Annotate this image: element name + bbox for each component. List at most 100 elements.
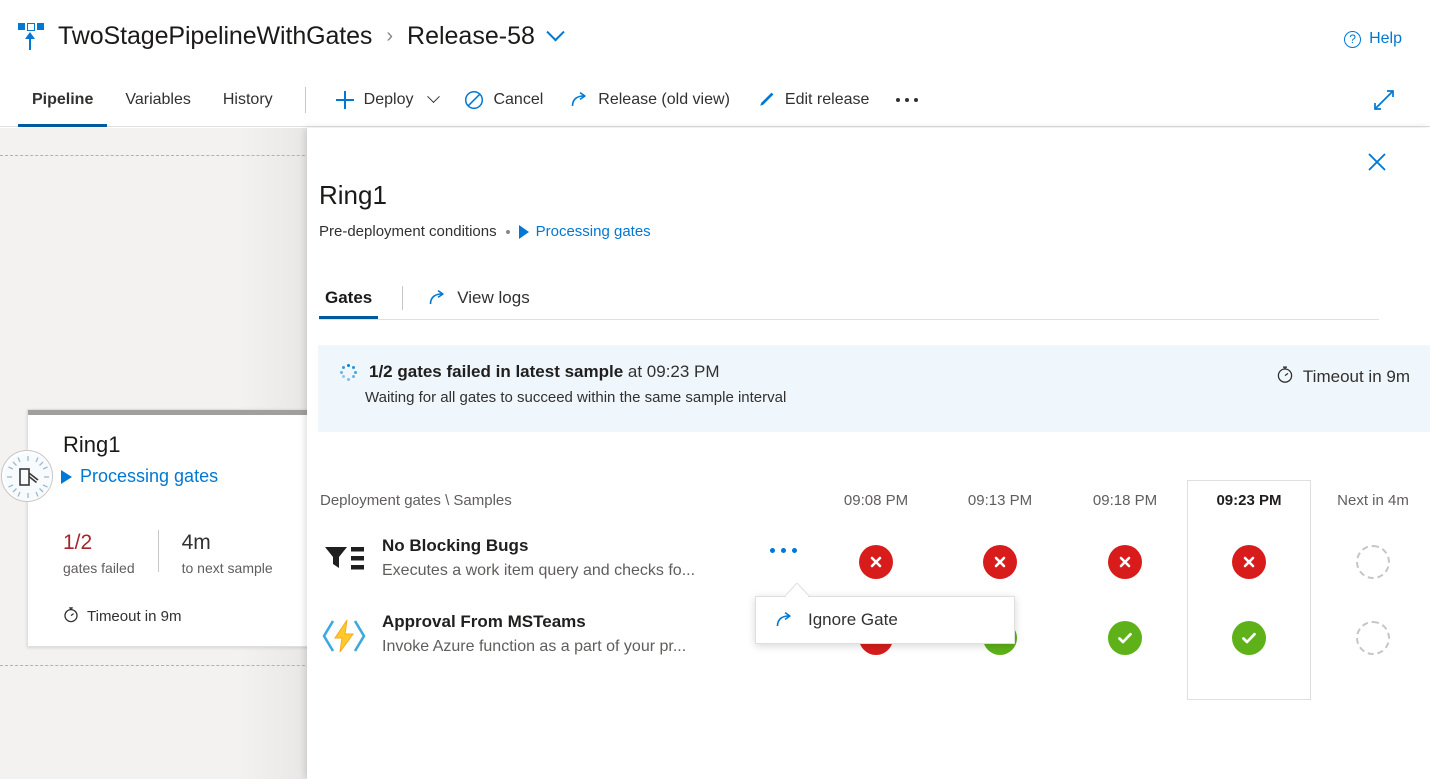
next-sample-caption: to next sample (181, 560, 273, 576)
tab-history-label: History (222, 90, 273, 108)
timer-icon (63, 606, 79, 627)
column-header-0913pm: 09:13 PM (967, 492, 1033, 509)
panel-subtitle: Pre-deployment conditions Processing gat… (319, 223, 651, 240)
breadcrumb: TwoStagePipelineWithGates › Release-58 (18, 22, 565, 51)
plus-icon (335, 90, 355, 110)
stage-card-status-strip (28, 410, 326, 415)
next-sample-value: 4m (181, 531, 211, 554)
panel-title: Ring1 (319, 180, 387, 210)
column-header-0923pm: 09:23 PM (1216, 492, 1282, 509)
app-root: TwoStagePipelineWithGates › Release-58 ?… (0, 0, 1430, 779)
tab-variables-label: Variables (125, 90, 191, 108)
play-triangle-icon (61, 469, 72, 484)
panel-pivot-bar: Gates View logs (319, 276, 1379, 320)
close-x-icon[interactable] (1364, 149, 1390, 175)
gate-overflow-menu-button[interactable] (770, 548, 797, 553)
tab-variables[interactable]: Variables (109, 73, 207, 127)
play-triangle-icon (518, 224, 529, 239)
panel-status-label: Processing gates (535, 223, 651, 240)
gates-samples-table: Deployment gates \ Samples 09:08 PM 09:1… (318, 480, 1430, 700)
tab-gates-label: Gates (325, 287, 373, 307)
status-passed-icon (1108, 621, 1142, 655)
edit-release-label: Edit release (784, 90, 870, 108)
bullet-separator-icon (505, 229, 510, 234)
gate-description: Executes a work item query and checks fo… (382, 562, 696, 579)
pencil-icon (756, 90, 776, 110)
release-pipeline-icon (18, 22, 44, 51)
banner-timeout-label: Timeout in 9m (1302, 367, 1410, 386)
gates-failed-caption: gates failed (63, 560, 135, 576)
status-failed-icon (1232, 545, 1266, 579)
sample-status-cell[interactable] (1187, 621, 1311, 655)
sample-status-cell[interactable] (1187, 545, 1311, 579)
sample-status-cell[interactable] (938, 545, 1062, 579)
pipeline-canvas: Ring1 Processing gates 1/2 gates failed … (0, 128, 330, 779)
status-failed-icon (859, 545, 893, 579)
stage-card-timeout: Timeout in 9m (63, 606, 181, 627)
azure-function-icon (321, 613, 367, 659)
gates-failed-value: 1/2 (63, 531, 93, 554)
column-header-0908pm: 09:08 PM (843, 492, 909, 509)
work-item-query-icon (321, 537, 367, 583)
stage-card-ring1[interactable]: Ring1 Processing gates 1/2 gates failed … (27, 409, 327, 647)
cancel-label: Cancel (493, 90, 544, 108)
canvas-divider-top (0, 155, 330, 156)
tab-history[interactable]: History (207, 73, 289, 127)
cancel-circle-icon (464, 90, 484, 110)
pivot-divider (402, 285, 404, 310)
share-arrow-icon (427, 288, 447, 308)
timer-icon (1276, 365, 1294, 389)
column-header-0918pm: 09:18 PM (1092, 492, 1158, 509)
banner-detail: Waiting for all gates to succeed within … (365, 389, 787, 406)
table-row[interactable]: No Blocking Bugs Executes a work item qu… (318, 524, 1430, 600)
stage-card-timeout-label: Timeout in 9m (87, 608, 182, 625)
view-logs-label: View logs (457, 287, 530, 307)
cancel-button[interactable]: Cancel (451, 81, 556, 119)
release-old-view-button[interactable]: Release (old view) (556, 81, 743, 119)
ignore-gate-menu-item[interactable]: Ignore Gate (808, 610, 898, 630)
release-old-view-label: Release (old view) (598, 90, 730, 108)
sample-status-cell (1311, 545, 1430, 579)
help-button[interactable]: ? Help (1344, 30, 1402, 48)
breadcrumb-release-name[interactable]: Release-58 (407, 22, 535, 51)
tab-pipeline[interactable]: Pipeline (16, 73, 109, 127)
edit-release-button[interactable]: Edit release (743, 81, 883, 119)
fullscreen-expand-icon[interactable] (1370, 86, 1398, 114)
gates-details-panel: Ring1 Pre-deployment conditions Processi… (307, 128, 1430, 779)
column-header-next: Next in 4m (1337, 492, 1409, 509)
gate-name: Approval From MSTeams (382, 612, 586, 631)
loading-spinner-icon (340, 363, 358, 381)
view-logs-button[interactable]: View logs (427, 287, 530, 308)
share-arrow-icon (569, 90, 589, 110)
more-commands-button[interactable] (882, 97, 932, 102)
banner-timeout: Timeout in 9m (1276, 365, 1410, 389)
command-bar-divider (304, 86, 306, 113)
ignore-gate-callout: Ignore Gate (755, 596, 1015, 644)
stage-card-title: Ring1 (63, 432, 121, 457)
sample-status-cell[interactable] (814, 545, 938, 579)
deploy-button[interactable]: Deploy (322, 81, 452, 119)
stage-card-stat-next-sample: 4m to next sample (182, 530, 273, 576)
help-label: Help (1369, 30, 1402, 47)
sample-status-cell[interactable] (1063, 621, 1187, 655)
panel-status-link[interactable]: Processing gates (518, 223, 651, 240)
breadcrumb-pipeline-name[interactable]: TwoStagePipelineWithGates (58, 22, 372, 51)
top-breadcrumb-bar: TwoStagePipelineWithGates › Release-58 ?… (0, 0, 1430, 72)
stage-card-status-link[interactable]: Processing gates (61, 466, 218, 487)
chevron-down-icon[interactable] (546, 23, 565, 42)
status-pending-icon (1356, 621, 1390, 655)
banner-headline-time: at 09:23 PM (623, 362, 720, 381)
status-failed-icon (1108, 545, 1142, 579)
status-passed-icon (1232, 621, 1266, 655)
share-arrow-icon (774, 610, 794, 630)
banner-headline-strong: 1/2 gates failed in latest sample (369, 362, 624, 381)
table-row-header-label: Deployment gates \ Samples (320, 492, 512, 509)
sample-status-cell[interactable] (1063, 545, 1187, 579)
gate-clock-icon (1, 450, 53, 502)
stage-card-status-label: Processing gates (80, 466, 219, 486)
chevron-down-icon (427, 90, 441, 104)
table-header-row: Deployment gates \ Samples 09:08 PM 09:1… (318, 480, 1430, 524)
tab-gates[interactable]: Gates (319, 276, 379, 319)
command-bar: Pipeline Variables History Deploy Cancel (0, 72, 1430, 127)
stats-divider (157, 530, 159, 572)
